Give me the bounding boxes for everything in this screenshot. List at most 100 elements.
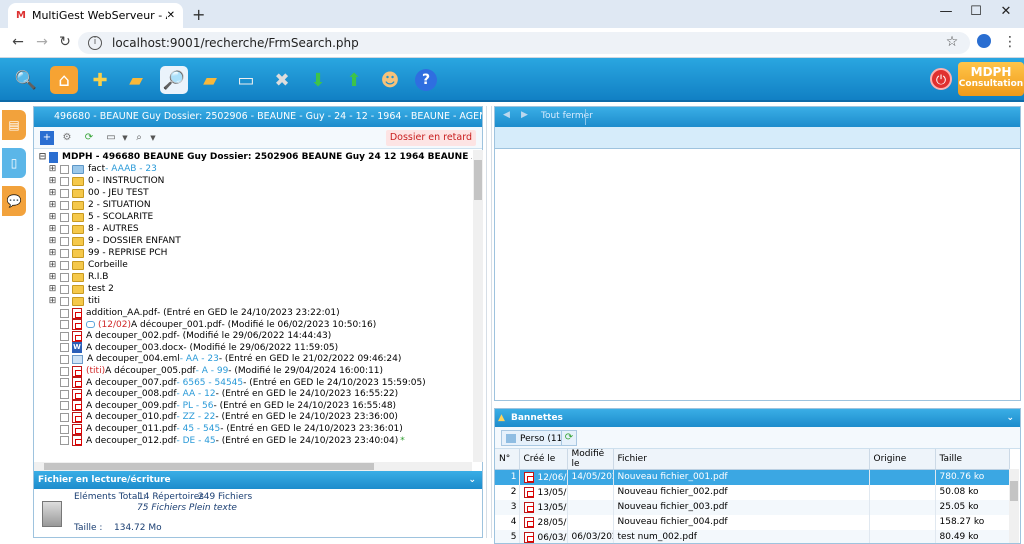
column-header[interactable]: Fichier (613, 449, 870, 470)
expand-icon[interactable]: ⊞ (48, 259, 57, 271)
browser-tab[interactable]: M MultiGest WebServeur - Admin ✕ (8, 3, 183, 28)
import-icon[interactable]: ⬇ (304, 66, 332, 94)
print-icon[interactable]: ▭ (104, 131, 118, 145)
folder-checkbox[interactable] (60, 248, 69, 258)
tools-icon[interactable]: ⚙ (60, 131, 74, 145)
tree-root[interactable]: ⊟ MDPH - 496680 BEAUNE Guy Dossier: 2502… (38, 151, 472, 163)
tree-folder[interactable]: ⊞ titi (48, 295, 100, 307)
scanner-icon[interactable]: ▭ (232, 66, 260, 94)
dossier-en-retard-badge[interactable]: Dossier en retard (385, 130, 476, 146)
folder-checkbox[interactable] (60, 176, 69, 186)
tree-folder[interactable]: ⊞ test 2 (48, 283, 114, 295)
next-arrow-icon[interactable]: ▶ (521, 110, 528, 120)
file-checkbox[interactable] (60, 424, 69, 434)
tree-folder[interactable]: ⊞ 00 - JEU TEST (48, 187, 149, 199)
close-window-button[interactable]: ✕ (992, 4, 1020, 24)
file-checkbox[interactable] (60, 320, 69, 330)
expand-icon[interactable]: ⊞ (48, 295, 57, 307)
table-row[interactable]: 3 13/05/2024 Nouveau fichier_003.pdf 25.05 … (495, 499, 1010, 515)
side-tab-comments[interactable]: 💬 (2, 186, 26, 216)
side-tab-documents[interactable]: ▤ (2, 110, 26, 140)
home-icon[interactable]: ⌂ (50, 66, 78, 94)
user-settings-icon[interactable]: ☻ (376, 66, 404, 94)
minimize-button[interactable]: — (932, 4, 960, 24)
tree-file[interactable]: A decouper_007.pdf - 6565 - 54545 - (Ent… (57, 377, 426, 389)
tree-file[interactable]: (titi) A découper_005.pdf - A - 99 - (Mo… (57, 365, 383, 377)
folder-checkbox[interactable] (60, 284, 69, 294)
scroll-thumb[interactable] (474, 160, 482, 200)
scroll-thumb[interactable] (1010, 481, 1018, 501)
column-header[interactable]: Créé le (519, 449, 568, 470)
expand-icon[interactable]: ⊞ (48, 247, 57, 259)
tree-file[interactable]: addition_AA.pdf - (Entré en GED le 24/10… (57, 307, 340, 319)
tree-vertical-scrollbar[interactable] (473, 150, 483, 462)
file-checkbox[interactable] (60, 412, 69, 422)
site-info-icon[interactable]: i (88, 36, 102, 50)
print-scan-icon[interactable]: ✖ (268, 66, 296, 94)
tree-folder[interactable]: ⊞ Corbeille (48, 259, 128, 271)
tree-folder[interactable]: ⊞ R.I.B (48, 271, 109, 283)
browser-menu-icon[interactable]: ⋮ (1000, 34, 1020, 52)
tree-folder[interactable]: ⊞ 8 - AUTRES (48, 223, 139, 235)
expand-icon[interactable]: ⊞ (48, 223, 57, 235)
folder-checkbox[interactable] (60, 188, 69, 198)
tree-horizontal-scrollbar[interactable] (34, 462, 472, 471)
tree-folder[interactable]: ⊞ 2 - SITUATION (48, 199, 151, 211)
bannettes-header[interactable]: ▲ Bannettes ⌄ (495, 409, 1020, 427)
expand-icon[interactable]: ⊞ (48, 211, 57, 223)
previous-arrow-icon[interactable]: ◀ (503, 110, 510, 120)
folder-checkbox[interactable] (60, 212, 69, 222)
back-arrow-icon[interactable]: ← (8, 34, 28, 52)
tree-folder[interactable]: ⊞ 0 - INSTRUCTION (48, 175, 165, 187)
expand-icon[interactable]: ⊞ (48, 187, 57, 199)
refresh-icon[interactable]: ⟳ (561, 430, 577, 446)
chevron-down-icon[interactable]: ⌄ (1006, 409, 1014, 427)
tree-file[interactable]: A decouper_010.pdf - ZZ - 22 - (Entré en… (57, 411, 398, 423)
profile-icon[interactable] (974, 34, 994, 52)
close-tab-icon[interactable]: ✕ (167, 10, 175, 21)
table-row[interactable]: 506/03/202306/03/2023test num_002.pdf80.… (495, 529, 1010, 543)
folder-checkbox[interactable] (60, 200, 69, 210)
tree-file[interactable]: (12/02) A découper_001.pdf - (Modifié le… (57, 319, 376, 331)
column-header[interactable]: N° (495, 449, 520, 470)
expand-icon[interactable]: ⊞ (48, 235, 57, 247)
column-header[interactable]: Origine (869, 449, 936, 470)
folder-checkbox[interactable] (60, 260, 69, 270)
file-checkbox[interactable] (60, 308, 69, 318)
mdph-consultation-badge[interactable]: MDPH Consultation (958, 62, 1024, 96)
tree-file[interactable]: A decouper_009.pdf - PL - 56 - (Entré en… (57, 400, 396, 412)
bookmark-star-icon[interactable]: ☆ (942, 34, 962, 52)
tree-file[interactable]: A decouper_008.pdf - AA - 12 - (Entré en… (57, 388, 398, 400)
chevron-down-icon[interactable]: ⌄ (468, 471, 476, 489)
archive-icon[interactable]: ▰ (196, 66, 224, 94)
file-checkbox[interactable] (60, 389, 69, 399)
table-scrollbar[interactable] (1009, 469, 1019, 543)
expand-icon[interactable]: ⊞ (48, 175, 57, 187)
document-search-icon[interactable]: 🔎 (160, 66, 188, 94)
panel-splitter[interactable] (486, 106, 492, 538)
tree-file[interactable]: A decouper_012.pdf - DE - 45 - (Entré en… (57, 435, 405, 447)
tree-folder[interactable]: ⊞ 9 - DOSSIER ENFANT (48, 235, 181, 247)
table-row[interactable]: 1 12/06/202314/05/2024Nouveau fichier_001… (495, 469, 1010, 485)
folder-checkbox[interactable] (60, 236, 69, 246)
url-input[interactable]: i localhost:9001/recherche/FrmSearch.php (78, 32, 970, 54)
tree-folder[interactable]: ⊞ 5 - SCOLARITE (48, 211, 154, 223)
expand-icon[interactable]: ⊞ (48, 271, 57, 283)
refresh-icon[interactable]: ⟳ (82, 131, 96, 145)
column-header[interactable]: Modifié le (567, 449, 614, 470)
file-checkbox[interactable] (60, 354, 69, 364)
file-checkbox[interactable] (60, 401, 69, 411)
file-checkbox[interactable] (60, 343, 69, 353)
maximize-button[interactable]: ☐ (962, 4, 990, 24)
side-tab-pages[interactable]: ▯ (2, 148, 26, 178)
file-checkbox[interactable] (60, 331, 69, 341)
folder-checkbox[interactable] (60, 272, 69, 282)
new-tab-button[interactable]: + (192, 5, 205, 24)
tree-file[interactable]: A decouper_004.eml - AA - 23 - (Entré en… (57, 353, 401, 365)
help-icon[interactable]: ? (412, 66, 440, 94)
expand-icon[interactable]: ⊞ (48, 283, 57, 295)
add-folder-icon[interactable]: ✚ (86, 66, 114, 94)
file-checkbox[interactable] (60, 366, 69, 376)
folder-checkbox[interactable] (60, 296, 69, 306)
tree-file[interactable]: A decouper_011.pdf - 45 - 545 - (Entré e… (57, 423, 403, 435)
